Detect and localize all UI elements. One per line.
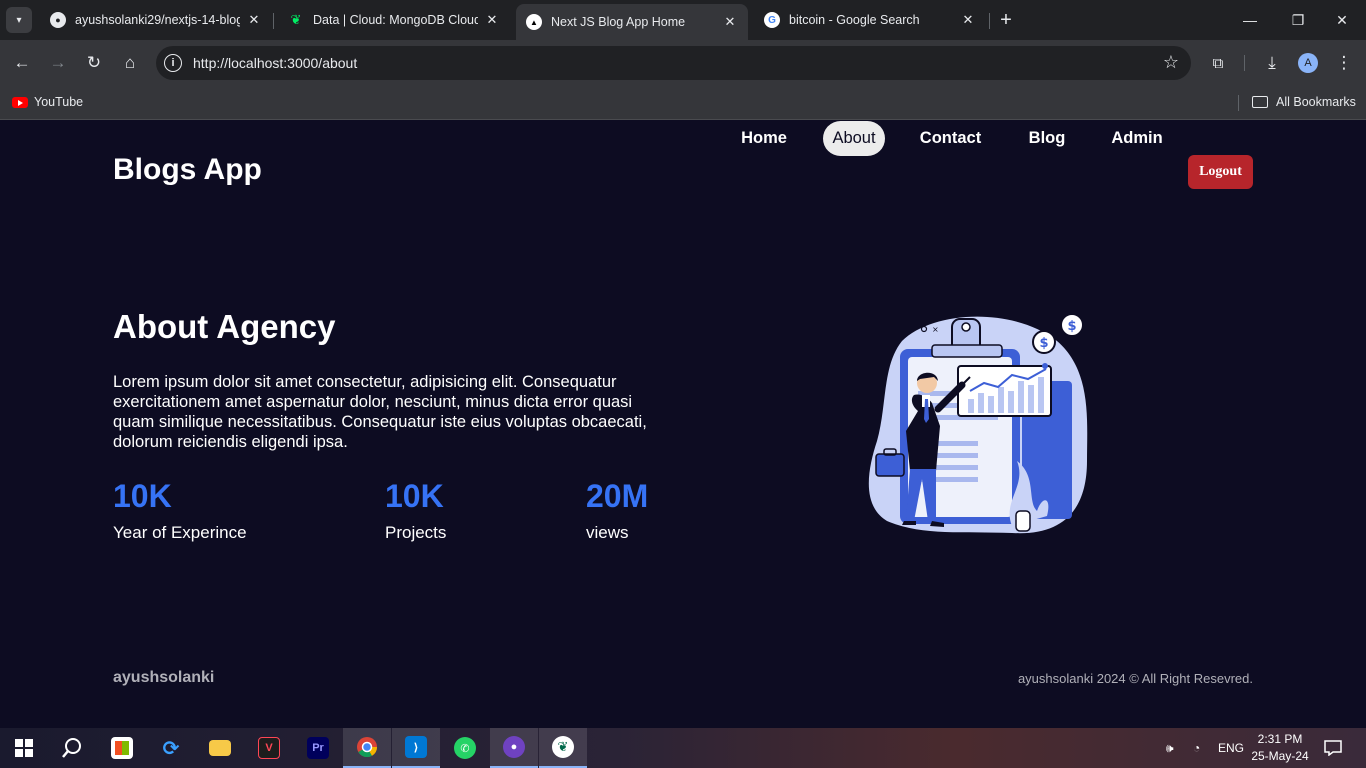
network-icon[interactable]: ◔ <box>1193 728 1200 768</box>
clock-time: 2:31 PM <box>1257 732 1303 746</box>
bookmark-youtube[interactable]: YouTube <box>12 95 83 109</box>
tab-title: bitcoin - Google Search <box>789 13 920 27</box>
google-icon: G <box>764 12 780 28</box>
stat-label: Projects <box>385 523 447 542</box>
nextjs-triangle-icon: ▲ <box>526 14 542 30</box>
tab-separator <box>273 13 274 29</box>
nav-link-contact[interactable]: Contact <box>913 121 988 156</box>
tab-title: Data | Cloud: MongoDB Cloud <box>313 13 478 27</box>
stat-label: views <box>586 523 629 542</box>
site-logo[interactable]: Blogs App <box>113 153 262 187</box>
nav-link-about[interactable]: About <box>823 121 885 156</box>
tab-github[interactable]: ● ayushsolanki29/nextjs-14-blogapp ✕ <box>40 4 272 36</box>
profile-avatar[interactable]: A <box>1298 53 1318 73</box>
tab-title: Next JS Blog App Home <box>551 15 686 29</box>
youtube-icon <box>12 96 28 108</box>
close-window-button[interactable]: ✕ <box>1318 0 1366 40</box>
mongodb-leaf-icon: ❦ <box>290 12 302 27</box>
stat-experience: 10K Year of Experince <box>113 478 247 543</box>
toolbar-divider <box>1244 55 1245 71</box>
restore-button[interactable]: ❐ <box>1274 0 1322 40</box>
stat-projects: 10K Projects <box>385 478 446 543</box>
vscode-icon[interactable]: ⟩ <box>392 728 440 768</box>
clock-date: 25-May-24 <box>1251 749 1309 763</box>
taskbar-clock[interactable]: 2:31 PM 25-May-24 <box>1248 731 1312 765</box>
close-icon[interactable]: ✕ <box>246 12 262 28</box>
businessman-presenting-chart-illustration: $ $ × <box>868 313 1088 534</box>
footer-copyright: ayushsolanki 2024 © All Right Resevred. <box>1017 671 1253 686</box>
reload-button[interactable]: ↻ <box>79 48 109 78</box>
tab-search-button[interactable]: ▾ <box>6 7 32 33</box>
file-explorer-icon[interactable] <box>196 728 244 768</box>
svg-text:×: × <box>932 325 939 334</box>
logout-button[interactable]: Logout <box>1188 155 1253 189</box>
nav-link-home[interactable]: Home <box>733 121 795 156</box>
browser-tab-bar: ▾ ● ayushsolanki29/nextjs-14-blogapp ✕ ❦… <box>0 0 1366 40</box>
store-icon[interactable] <box>98 728 146 768</box>
bookmark-separator <box>1238 95 1239 111</box>
volume-icon[interactable]: 🕪 <box>1166 728 1174 768</box>
extensions-icon[interactable]: ⧉ <box>1203 48 1233 78</box>
close-icon[interactable]: ✕ <box>960 12 976 28</box>
bookmark-star-icon[interactable]: ☆ <box>1163 52 1179 73</box>
tab-separator <box>989 13 990 29</box>
svg-text:$: $ <box>1067 319 1076 334</box>
nav-link-admin[interactable]: Admin <box>1105 121 1169 156</box>
stat-value: 20M <box>586 478 649 514</box>
language-indicator[interactable]: ENG <box>1218 728 1244 768</box>
home-button[interactable]: ⌂ <box>115 48 145 78</box>
url-text: http://localhost:3000/about <box>193 55 358 71</box>
mongodb-compass-icon[interactable]: ❦ <box>539 728 587 768</box>
premiere-pro-icon[interactable]: Pr <box>294 728 342 768</box>
tab-nextjs-blog[interactable]: ▲ Next JS Blog App Home ✕ <box>516 4 748 40</box>
downloads-icon[interactable]: ⤓ <box>1257 48 1287 78</box>
stat-value: 10K <box>385 478 444 514</box>
about-description: Lorem ipsum dolor sit amet consectetur, … <box>113 373 647 451</box>
tab-google-search[interactable]: G bitcoin - Google Search ✕ <box>754 4 986 36</box>
stat-value: 10K <box>113 478 172 514</box>
windows-taskbar: ⟳ V Pr ⟩ ✆ ● ❦ 🕪 ◔ ENG 2:31 PM 25-May-24 <box>0 728 1366 768</box>
search-icon[interactable] <box>48 728 96 768</box>
folder-icon <box>1252 96 1268 108</box>
close-icon[interactable]: ✕ <box>484 12 500 28</box>
page-content: Blogs App Home About Contact Blog Admin … <box>0 121 1366 728</box>
notifications-icon[interactable] <box>1324 728 1342 768</box>
browser-toolbar: ← → ↻ ⌂ i http://localhost:3000/about ☆ … <box>0 40 1366 86</box>
forward-button[interactable]: → <box>43 48 73 78</box>
stat-label: Year of Experince <box>113 523 247 542</box>
bookmark-label: All Bookmarks <box>1276 95 1356 109</box>
svg-text:$: $ <box>1039 336 1048 351</box>
tab-mongodb[interactable]: ❦ Data | Cloud: MongoDB Cloud ✕ <box>278 4 510 36</box>
whatsapp-icon[interactable]: ✆ <box>441 728 489 768</box>
bookmarks-bar: YouTube All Bookmarks <box>0 86 1366 120</box>
site-info-icon[interactable]: i <box>164 54 182 72</box>
sync-icon[interactable]: ⟳ <box>147 728 195 768</box>
chrome-icon[interactable] <box>343 728 391 768</box>
back-button[interactable]: ← <box>7 48 37 78</box>
bookmark-label: YouTube <box>34 95 84 109</box>
github-desktop-icon[interactable]: ● <box>490 728 538 768</box>
minimize-button[interactable]: — <box>1226 0 1274 40</box>
address-bar[interactable]: i http://localhost:3000/about ☆ <box>156 46 1191 80</box>
page-title: About Agency <box>113 308 336 345</box>
close-icon[interactable]: ✕ <box>722 14 738 30</box>
new-tab-button[interactable]: + <box>996 10 1016 30</box>
tab-title: ayushsolanki29/nextjs-14-blogapp <box>75 13 240 27</box>
windows-start-icon[interactable] <box>0 728 48 768</box>
browser-menu-icon[interactable]: ⋮ <box>1329 48 1359 78</box>
nav-link-blog[interactable]: Blog <box>1018 121 1076 156</box>
stat-views: 20M views <box>586 478 648 543</box>
all-bookmarks-button[interactable]: All Bookmarks <box>1252 95 1356 109</box>
footer-brand: ayushsolanki <box>113 669 215 686</box>
github-icon: ● <box>50 12 66 28</box>
valorant-icon[interactable]: V <box>245 728 293 768</box>
